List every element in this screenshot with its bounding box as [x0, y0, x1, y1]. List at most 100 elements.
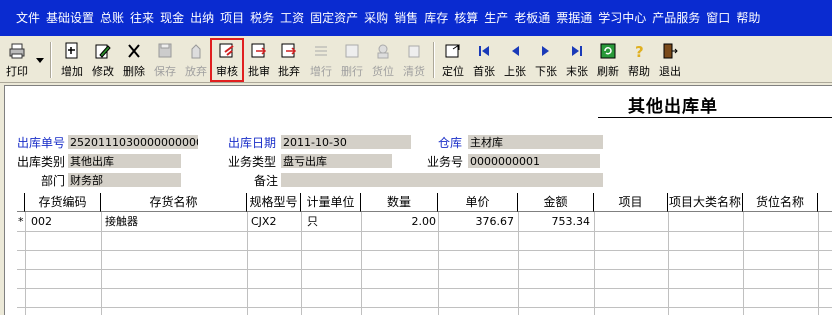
category-label: 出库类别 [17, 155, 66, 169]
cell-amount[interactable]: 753.34 [518, 214, 591, 230]
audit-stamp-icon [218, 42, 236, 60]
refresh-icon [599, 42, 617, 60]
col-header-unit[interactable]: 计量单位 [301, 193, 361, 212]
prev-button[interactable]: 上张 [500, 40, 530, 80]
cell-unit[interactable]: 只 [307, 214, 359, 230]
help-button[interactable]: ? 帮助 [624, 40, 654, 80]
menu-item[interactable]: 产品服务 [652, 0, 706, 36]
col-header-name[interactable]: 存货名称 [101, 193, 247, 212]
previous-record-icon [506, 42, 524, 60]
menu-item[interactable]: 销售 [394, 0, 424, 36]
abandon-button[interactable]: 放弃 [181, 40, 211, 80]
category-field[interactable]: 其他出库 [68, 154, 181, 169]
locate-button[interactable]: 定位 [438, 40, 468, 80]
menu-item[interactable]: 固定资产 [310, 0, 364, 36]
cell-qty[interactable]: 2.00 [361, 214, 437, 230]
date-field[interactable]: 2011-10-30 [281, 135, 411, 150]
menu-item[interactable]: 基础设置 [46, 0, 100, 36]
col-header-project[interactable]: 项目 [594, 193, 668, 212]
delete-row-icon [343, 42, 361, 60]
add-button[interactable]: 增加 [57, 40, 87, 80]
last-label: 末张 [566, 65, 588, 78]
audit-button[interactable]: 审核 [210, 38, 244, 82]
cell-price[interactable]: 376.67 [438, 214, 515, 230]
menu-item[interactable]: 票据通 [556, 0, 598, 36]
menu-item[interactable]: 库存 [424, 0, 454, 36]
menu-item[interactable]: 往来 [130, 0, 160, 36]
title-underline [598, 117, 832, 118]
delete-row-button[interactable]: 删行 [337, 40, 367, 80]
menu-item[interactable]: 项目 [220, 0, 250, 36]
first-button[interactable]: 首张 [469, 40, 499, 80]
grid-col-line [668, 212, 669, 315]
col-header-qty[interactable]: 数量 [361, 193, 438, 212]
edit-button[interactable]: 修改 [88, 40, 118, 80]
add-row-icon [312, 42, 330, 60]
batch-audit-button[interactable]: 批审 [244, 40, 274, 80]
print-button[interactable]: 打印 [2, 40, 32, 80]
grid-col-line [101, 212, 102, 315]
col-header-location[interactable]: 货位名称 [743, 193, 818, 212]
menu-item[interactable]: 窗口 [706, 0, 736, 36]
biz-type-label: 业务类型 [228, 155, 277, 169]
menu-item[interactable]: 现金 [160, 0, 190, 36]
help-question-icon: ? [630, 42, 648, 60]
last-button[interactable]: 末张 [562, 40, 592, 80]
menu-item[interactable]: 出纳 [190, 0, 220, 36]
clear-goods-icon [405, 42, 423, 60]
menu-item[interactable]: 采购 [364, 0, 394, 36]
toolbar-separator [50, 42, 51, 78]
menu-item[interactable]: 老板通 [514, 0, 556, 36]
row-selector-header [17, 193, 25, 212]
dept-field[interactable]: 财务部 [68, 173, 181, 188]
batch-abandon-button[interactable]: 批弃 [274, 40, 304, 80]
toolbar-separator [433, 42, 434, 78]
biz-no-field[interactable]: 0000000001 [468, 154, 600, 169]
warehouse-field[interactable]: 主材库 [468, 135, 603, 150]
col-header-code[interactable]: 存货编码 [25, 193, 101, 212]
audit-label: 审核 [216, 65, 238, 78]
menu-item[interactable]: 学习中心 [598, 0, 652, 36]
cell-spec[interactable]: CJX2 [251, 214, 299, 230]
delete-row-label: 删行 [341, 65, 363, 78]
save-disk-icon [156, 42, 174, 60]
menu-item[interactable]: 核算 [454, 0, 484, 36]
refresh-label: 刷新 [597, 65, 619, 78]
menu-item[interactable]: 生产 [484, 0, 514, 36]
clear-goods-button[interactable]: 清货 [399, 40, 429, 80]
biz-type-field[interactable]: 盘亏出库 [281, 154, 392, 169]
first-record-icon [475, 42, 493, 60]
grid-col-line [301, 212, 302, 315]
refresh-button[interactable]: 刷新 [593, 40, 623, 80]
menu-item[interactable]: 文件 [16, 0, 46, 36]
cell-code[interactable]: 002 [31, 214, 99, 230]
batch-abandon-icon [280, 42, 298, 60]
date-label: 出库日期 [228, 136, 277, 150]
doc-no-field[interactable]: 25201110300000000001 [68, 135, 198, 150]
col-header-project-category[interactable]: 项目大类名称 [668, 193, 743, 212]
last-record-icon [568, 42, 586, 60]
locate-icon [444, 42, 462, 60]
location-button[interactable]: 货位 [368, 40, 398, 80]
col-header-spec[interactable]: 规格型号 [247, 193, 301, 212]
menu-item[interactable]: 帮助 [736, 0, 766, 36]
menu-item[interactable]: 税务 [250, 0, 280, 36]
grid-col-line [818, 212, 819, 315]
next-button[interactable]: 下张 [531, 40, 561, 80]
printer-icon [8, 42, 26, 60]
exit-button[interactable]: 退出 [655, 40, 685, 80]
grid-col-line [247, 212, 248, 315]
save-button[interactable]: 保存 [150, 40, 180, 80]
add-row-button[interactable]: 增行 [306, 40, 336, 80]
abandon-label: 放弃 [185, 65, 207, 78]
col-header-price[interactable]: 单价 [438, 193, 518, 212]
menu-item[interactable]: 工资 [280, 0, 310, 36]
edit-label: 修改 [92, 65, 114, 78]
menu-item[interactable]: 总账 [100, 0, 130, 36]
edit-icon [94, 42, 112, 60]
remark-field[interactable] [281, 173, 603, 188]
cell-name[interactable]: 接触器 [105, 214, 245, 230]
print-dropdown-arrow-icon[interactable] [36, 58, 44, 63]
col-header-amount[interactable]: 金额 [518, 193, 594, 212]
delete-button[interactable]: 删除 [119, 40, 149, 80]
